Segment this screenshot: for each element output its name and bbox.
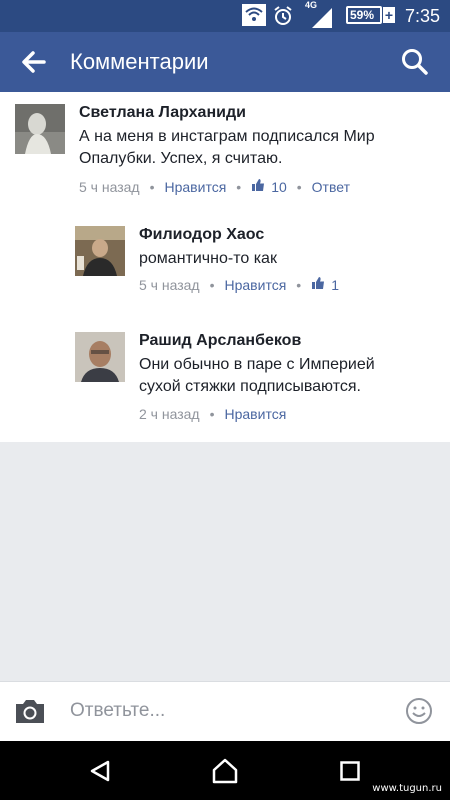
comment: Филиодор Хаос романтично-то как 5 ч наза… [75, 226, 435, 316]
app-bar: Комментарии [0, 32, 450, 92]
back-nav-icon[interactable] [88, 759, 112, 788]
camera-icon[interactable] [14, 697, 46, 730]
charging-icon: + [383, 7, 395, 23]
home-nav-icon[interactable] [211, 758, 239, 789]
comment-author[interactable]: Рашид Арсланбеков [139, 332, 301, 350]
comment-text: А на меня в инстаграм подписался Мир Опа… [79, 128, 375, 167]
comment-meta: 5 ч назад • Нравится • 1 [139, 276, 339, 293]
search-icon[interactable] [400, 47, 430, 82]
recents-nav-icon[interactable] [340, 761, 360, 786]
emoji-icon[interactable] [405, 697, 433, 730]
comment: Светлана Ларханиди А на меня в инстаграм… [15, 104, 435, 204]
comment-author[interactable]: Филиодор Хаос [139, 226, 264, 244]
like-count[interactable]: 1 [331, 277, 339, 293]
like-count-icon [311, 276, 325, 293]
like-button[interactable]: Нравится [225, 406, 287, 422]
battery-level: 59% [350, 8, 375, 22]
comment-time: 2 ч назад [139, 406, 200, 422]
avatar[interactable] [75, 226, 125, 276]
avatar[interactable] [15, 104, 65, 154]
reply-button[interactable]: Ответ [312, 179, 350, 195]
status-bar: 4G 59% + 7:35 [0, 0, 450, 32]
comment: Рашид Арсланбеков Они обычно в паре с Им… [75, 332, 435, 432]
like-button[interactable]: Нравится [165, 179, 227, 195]
wifi-icon [242, 4, 266, 31]
alarm-icon [272, 5, 294, 32]
network-type: 4G [305, 0, 318, 10]
avatar[interactable] [75, 332, 125, 382]
comment-text: Они обычно в паре с Империей сухой стяжк… [139, 356, 375, 395]
like-count[interactable]: 10 [271, 179, 287, 195]
clock: 7:35 [405, 6, 441, 26]
comment-text: романтично-то как [139, 250, 277, 267]
like-button[interactable]: Нравится [225, 277, 287, 293]
page-title: Комментарии [70, 49, 209, 74]
battery-icon: 59% [346, 6, 382, 24]
watermark: www.tugun.ru [372, 783, 442, 794]
comment-input[interactable]: Ответьте... [70, 700, 165, 722]
comments-list: Светлана Ларханиди А на меня в инстаграм… [0, 92, 450, 442]
like-count-icon [251, 178, 265, 195]
comment-meta: 5 ч назад • Нравится • 10 • Ответ [79, 178, 350, 195]
comment-time: 5 ч назад [139, 276, 200, 293]
comment-author[interactable]: Светлана Ларханиди [79, 104, 246, 122]
comment-time: 5 ч назад [79, 178, 140, 195]
back-arrow-icon[interactable] [20, 48, 48, 81]
comment-meta: 2 ч назад • Нравится [139, 406, 287, 422]
navigation-bar: www.tugun.ru [0, 741, 450, 800]
comment-composer: Ответьте... [0, 681, 450, 742]
